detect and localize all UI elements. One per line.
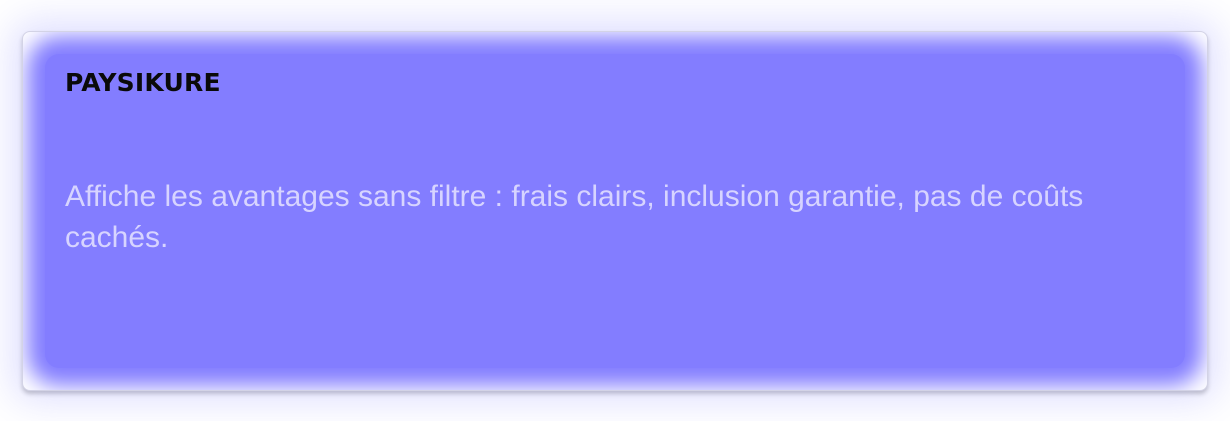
card-description: Affiche les avantages sans filtre : frai…	[65, 180, 1084, 254]
page-root: PAYSIKURE Affiche les avantages sans fil…	[0, 0, 1230, 421]
feature-card: PAYSIKURE Affiche les avantages sans fil…	[22, 31, 1208, 391]
card-title: PAYSIKURE	[65, 68, 221, 97]
